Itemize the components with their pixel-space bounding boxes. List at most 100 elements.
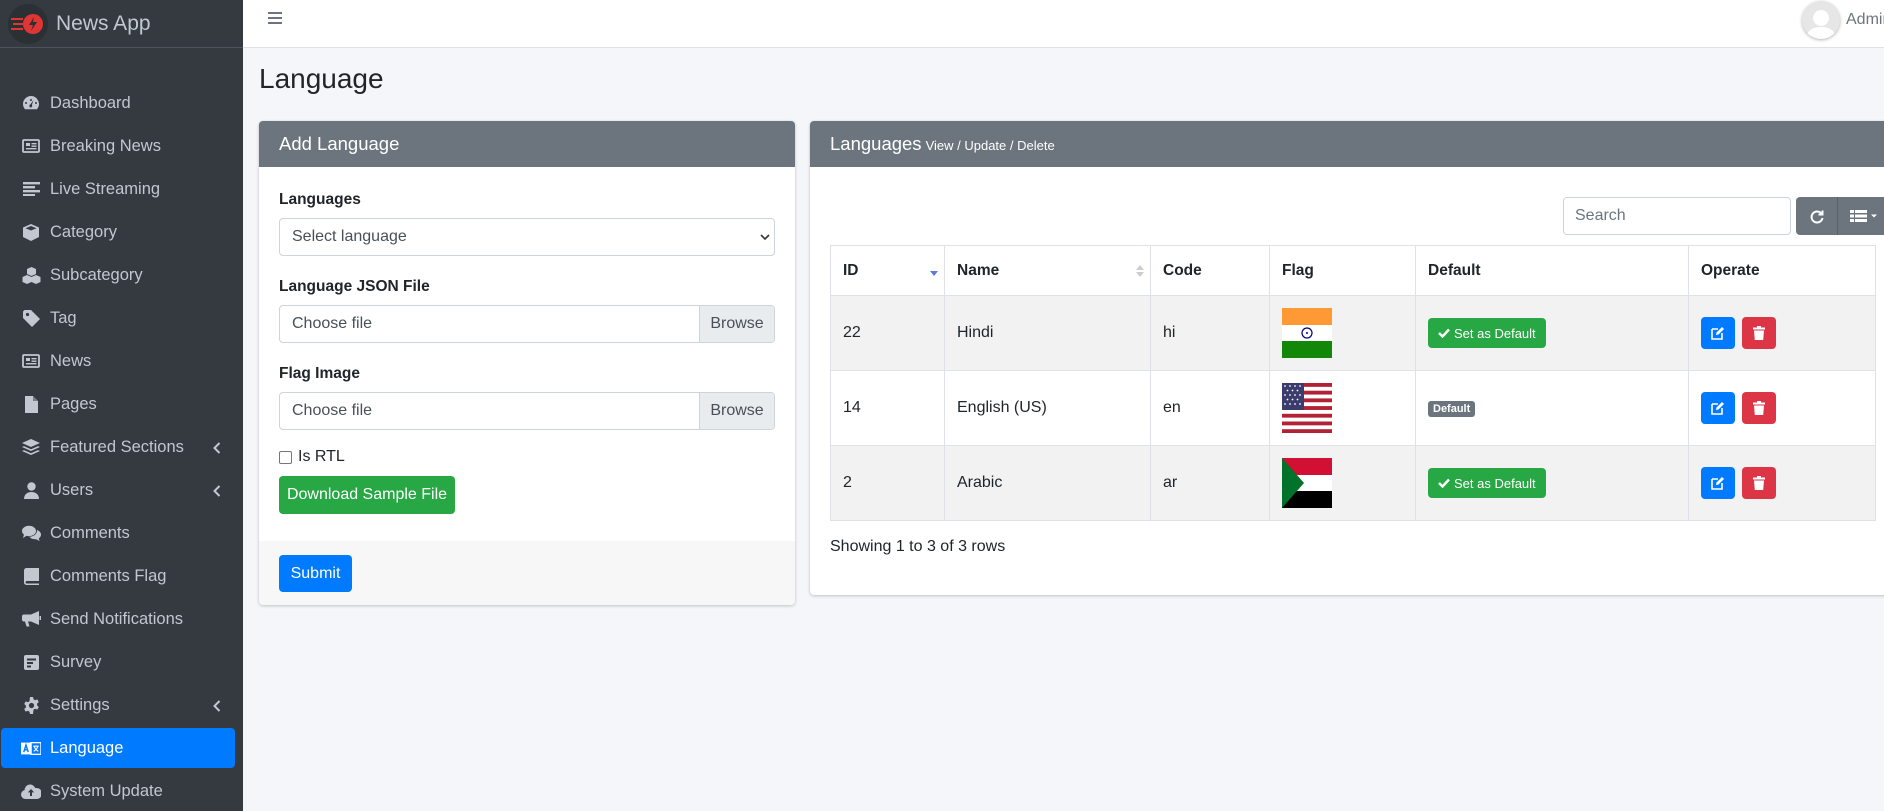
sidebar-item-comments[interactable]: Comments — [1, 513, 235, 553]
columns-toggle-button[interactable] — [1838, 197, 1884, 235]
check-icon — [1438, 476, 1450, 491]
sidebar-item-label: Users — [50, 480, 94, 499]
sidebar-item-system-update[interactable]: System Update — [1, 771, 235, 811]
column-header-name[interactable]: Name — [944, 245, 1151, 296]
language-select-value: Select language — [292, 228, 407, 245]
sidebar-item-label: Language — [50, 738, 124, 757]
sidebar-item-label: Pages — [50, 394, 97, 413]
user-name: Admin — [1846, 11, 1884, 28]
flag-file-name: Choose file — [292, 402, 373, 419]
sidebar-item-label: News — [50, 351, 92, 370]
dashboard-icon — [21, 93, 41, 113]
cell-id: 14 — [830, 370, 945, 446]
search-input[interactable]: Search — [1563, 197, 1791, 235]
json-file-label: Language JSON File — [279, 278, 430, 295]
hamburger-menu-icon[interactable] — [267, 10, 283, 26]
cell-operate — [1688, 370, 1876, 446]
file-icon — [21, 394, 41, 414]
sidebar-item-label: Subcategory — [50, 265, 143, 284]
cell-name: English (US) — [944, 370, 1151, 446]
column-label: Name — [957, 261, 1000, 279]
chevron-left-icon — [213, 482, 221, 502]
download-sample-button[interactable]: Download Sample File — [279, 476, 455, 514]
language-select[interactable]: Select language — [279, 218, 775, 256]
chevron-left-icon — [213, 697, 221, 717]
check-icon — [1438, 326, 1450, 341]
brand[interactable]: News App — [0, 0, 243, 48]
table-row: 14 English (US) en Default — [830, 370, 1876, 446]
sidebar-item-category[interactable]: Category — [1, 212, 235, 252]
set-default-button[interactable]: Set as Default — [1428, 468, 1546, 498]
newspaper-icon — [21, 351, 41, 371]
set-default-label: Set as Default — [1454, 325, 1536, 341]
brand-name: News App — [56, 11, 151, 35]
refresh-icon — [1810, 210, 1823, 224]
sidebar-item-news[interactable]: News — [1, 341, 235, 381]
sidebar-item-comments-flag[interactable]: Comments Flag — [1, 556, 235, 596]
megaphone-icon — [21, 609, 41, 629]
card-footer: Submit — [259, 541, 795, 605]
sidebar-item-language[interactable]: Language — [1, 728, 235, 768]
flag-file-input[interactable]: Choose file Browse — [279, 392, 775, 430]
delete-button[interactable] — [1742, 467, 1777, 499]
sort-desc-icon — [930, 264, 938, 282]
cell-code: ar — [1150, 445, 1270, 521]
card-header: Languages View / Update / Delete — [810, 121, 1884, 167]
user-icon — [21, 480, 41, 500]
sidebar-nav: Dashboard Breaking News Live Streaming C… — [0, 48, 243, 811]
rtl-label: Is RTL — [298, 448, 345, 465]
cube-icon — [21, 222, 41, 242]
sidebar-item-tag[interactable]: Tag — [1, 298, 235, 338]
cell-default: Default — [1415, 370, 1689, 446]
add-language-form: Languages Select language Language JSON … — [259, 191, 795, 514]
default-badge: Default — [1428, 401, 1476, 417]
json-file-name: Choose file — [292, 315, 373, 332]
cell-operate — [1688, 295, 1876, 371]
cell-flag — [1269, 370, 1416, 446]
sidebar-item-label: Dashboard — [50, 93, 131, 112]
refresh-button[interactable] — [1796, 197, 1838, 235]
flag-browse-button[interactable]: Browse — [699, 393, 774, 429]
sidebar-item-label: Live Streaming — [50, 179, 161, 198]
sidebar-item-label: Featured Sections — [50, 437, 184, 456]
column-header-flag: Flag — [1269, 245, 1416, 296]
sidebar-item-users[interactable]: Users — [1, 470, 235, 510]
delete-button[interactable] — [1742, 392, 1777, 424]
cell-name: Hindi — [944, 295, 1151, 371]
sidebar-item-label: Survey — [50, 652, 102, 671]
cell-operate — [1688, 445, 1876, 521]
sidebar-item-send-notifications[interactable]: Send Notifications — [1, 599, 235, 639]
column-header-operate: Operate — [1688, 245, 1876, 296]
sidebar-item-live-streaming[interactable]: Live Streaming — [1, 169, 235, 209]
edit-button[interactable] — [1701, 467, 1735, 499]
table-header-row: ID Name Code Flag Default Operate — [830, 245, 1876, 296]
edit-button[interactable] — [1701, 317, 1735, 349]
column-header-code: Code — [1150, 245, 1270, 296]
json-file-input[interactable]: Choose file Browse — [279, 305, 775, 343]
submit-button[interactable]: Submit — [279, 555, 352, 592]
sidebar-item-breaking-news[interactable]: Breaking News — [1, 126, 235, 166]
sidebar-item-featured-sections[interactable]: Featured Sections — [1, 427, 235, 467]
rtl-checkbox[interactable] — [279, 450, 292, 464]
edit-button[interactable] — [1701, 392, 1735, 424]
list-icon — [21, 179, 41, 199]
sidebar-item-subcategory[interactable]: Subcategory — [1, 255, 235, 295]
column-header-id[interactable]: ID — [830, 245, 945, 296]
languages-list-card: Languages View / Update / Delete Search … — [810, 121, 1884, 595]
set-default-button[interactable]: Set as Default — [1428, 318, 1546, 348]
toolbar-buttons — [1796, 197, 1884, 235]
sidebar-item-dashboard[interactable]: Dashboard — [1, 83, 235, 123]
sidebar-item-pages[interactable]: Pages — [1, 384, 235, 424]
cell-flag — [1269, 295, 1416, 371]
cell-id: 22 — [830, 295, 945, 371]
json-browse-button[interactable]: Browse — [699, 306, 774, 342]
user-menu[interactable]: Admin — [1802, 0, 1884, 40]
edit-icon — [1711, 402, 1724, 415]
table-toolbar: Search — [1563, 197, 1884, 235]
languages-table: ID Name Code Flag Default Operate 22 Hin… — [830, 245, 1876, 521]
delete-button[interactable] — [1742, 317, 1777, 349]
sidebar-item-survey[interactable]: Survey — [1, 642, 235, 682]
gear-icon — [21, 695, 41, 715]
sidebar-item-label: Comments Flag — [50, 566, 167, 585]
sidebar-item-settings[interactable]: Settings — [1, 685, 235, 725]
